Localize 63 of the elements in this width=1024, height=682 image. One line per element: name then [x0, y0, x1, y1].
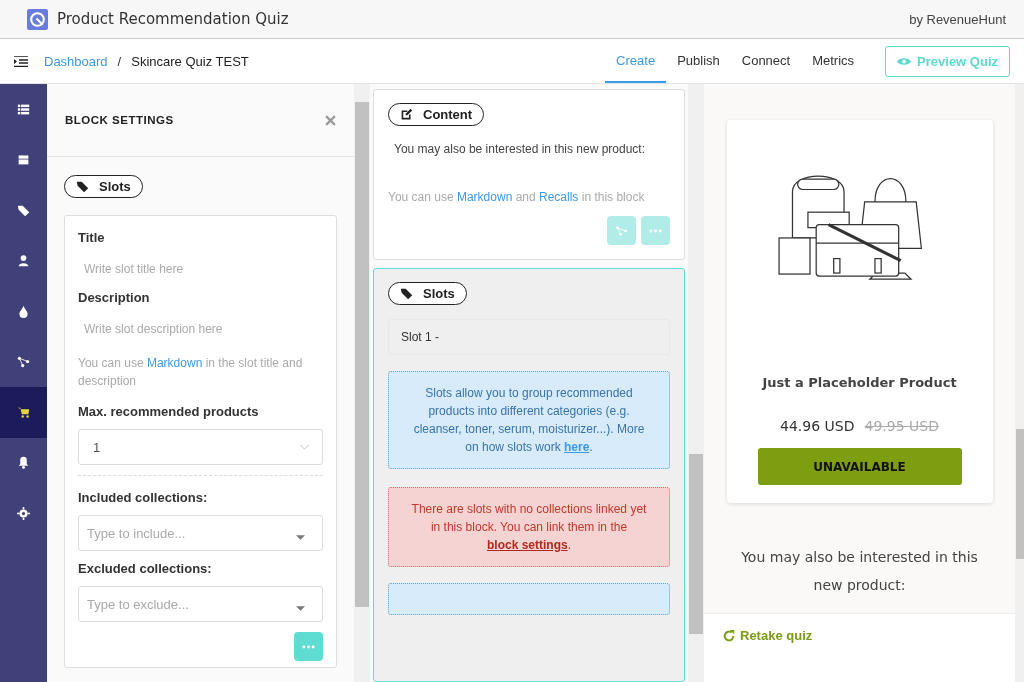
- max-products-select[interactable]: 1: [78, 429, 323, 465]
- menu-icon[interactable]: [14, 55, 28, 67]
- nav-tab[interactable]: Metrics: [801, 39, 866, 83]
- branch-icon: [615, 225, 628, 236]
- description-input[interactable]: Write slot description here: [78, 305, 323, 350]
- share-icon: [17, 355, 30, 369]
- tag-icon: [76, 180, 89, 193]
- nav-tab[interactable]: Connect: [730, 39, 802, 83]
- vendor-label: by RevenueHunt: [909, 11, 1006, 27]
- unavailable-button[interactable]: UNAVAILABLE: [757, 448, 962, 485]
- block-text: You may also be interested in this new product:: [394, 141, 647, 158]
- block-type-tag: Content: [388, 103, 485, 126]
- more-button[interactable]: [294, 632, 323, 661]
- scrollbar-thumb[interactable]: [355, 102, 369, 607]
- retake-quiz-link[interactable]: Retake quiz: [722, 628, 813, 643]
- block-type-tag: Slots: [388, 282, 467, 305]
- help-link[interactable]: Recalls: [539, 190, 579, 204]
- edit-icon: [400, 108, 413, 121]
- field-label: Excluded collections:: [78, 561, 213, 576]
- field-label: Description: [78, 290, 151, 305]
- breadcrumb-separator: /: [117, 53, 122, 69]
- panel-title: BLOCK SETTINGS: [65, 114, 174, 126]
- preview-text: You may also be interested in this new product:: [740, 548, 979, 595]
- tag-icon: [400, 287, 413, 300]
- close-icon[interactable]: [325, 114, 336, 126]
- refresh-icon: [722, 628, 736, 643]
- bell-icon: [17, 456, 30, 470]
- eye-icon: [897, 56, 912, 66]
- markdown-hint: You can use Markdown in the slot title and description: [78, 355, 304, 390]
- box-icon: [17, 153, 30, 167]
- tag-icon: [17, 203, 30, 217]
- block-type-tag: Slots: [64, 175, 143, 198]
- exclude-collections-field[interactable]: Type to exclude...: [78, 586, 323, 622]
- warning-message: There are slots with no collections linked yet in this block. You can link them in the block settings.: [388, 487, 670, 567]
- preview-quiz-button[interactable]: Preview Quiz: [885, 45, 1010, 77]
- field-label: Included collections:: [78, 490, 209, 505]
- drop-icon: [17, 304, 30, 318]
- chevron-down-icon: [299, 444, 310, 450]
- field-label: Title: [78, 230, 106, 245]
- block-settings-link[interactable]: block settings: [487, 538, 568, 552]
- product-name: Just a Placeholder Product: [762, 375, 957, 390]
- sidebar-item[interactable]: [0, 387, 47, 438]
- help-link[interactable]: Markdown: [456, 190, 513, 204]
- include-collections-field[interactable]: Type to include...: [78, 515, 323, 551]
- slot-row[interactable]: Slot 1 -: [388, 319, 670, 355]
- gear-icon: [17, 506, 30, 520]
- app-title: Product Recommendation Quiz: [57, 10, 289, 28]
- info-message: Slots allow you to group recommended products into different categories (e.g. cleanser, toner, serum, moisturizer...). More on how slots work here.: [388, 371, 670, 469]
- markdown-hint: You can use Markdown and Recalls in this block: [388, 189, 646, 206]
- scrollbar-thumb[interactable]: [689, 454, 703, 634]
- title-input[interactable]: Write slot title here: [78, 245, 323, 290]
- nav-tab[interactable]: Publish: [666, 39, 731, 83]
- dropdown-caret-icon: [296, 606, 305, 611]
- app-logo-icon: [27, 8, 48, 30]
- user-icon: [17, 254, 30, 268]
- list-icon: [17, 102, 30, 116]
- markdown-link[interactable]: Markdown: [146, 356, 203, 370]
- breadcrumb-link[interactable]: Dashboard: [44, 53, 108, 69]
- original-price: 49.95 USD: [864, 418, 939, 434]
- field-label: Max. recommended products: [78, 404, 260, 419]
- dropdown-caret-icon: [296, 535, 305, 540]
- breadcrumb-current: Skincare Quiz TEST: [131, 53, 249, 69]
- product-price: 44.96 USD: [780, 418, 855, 434]
